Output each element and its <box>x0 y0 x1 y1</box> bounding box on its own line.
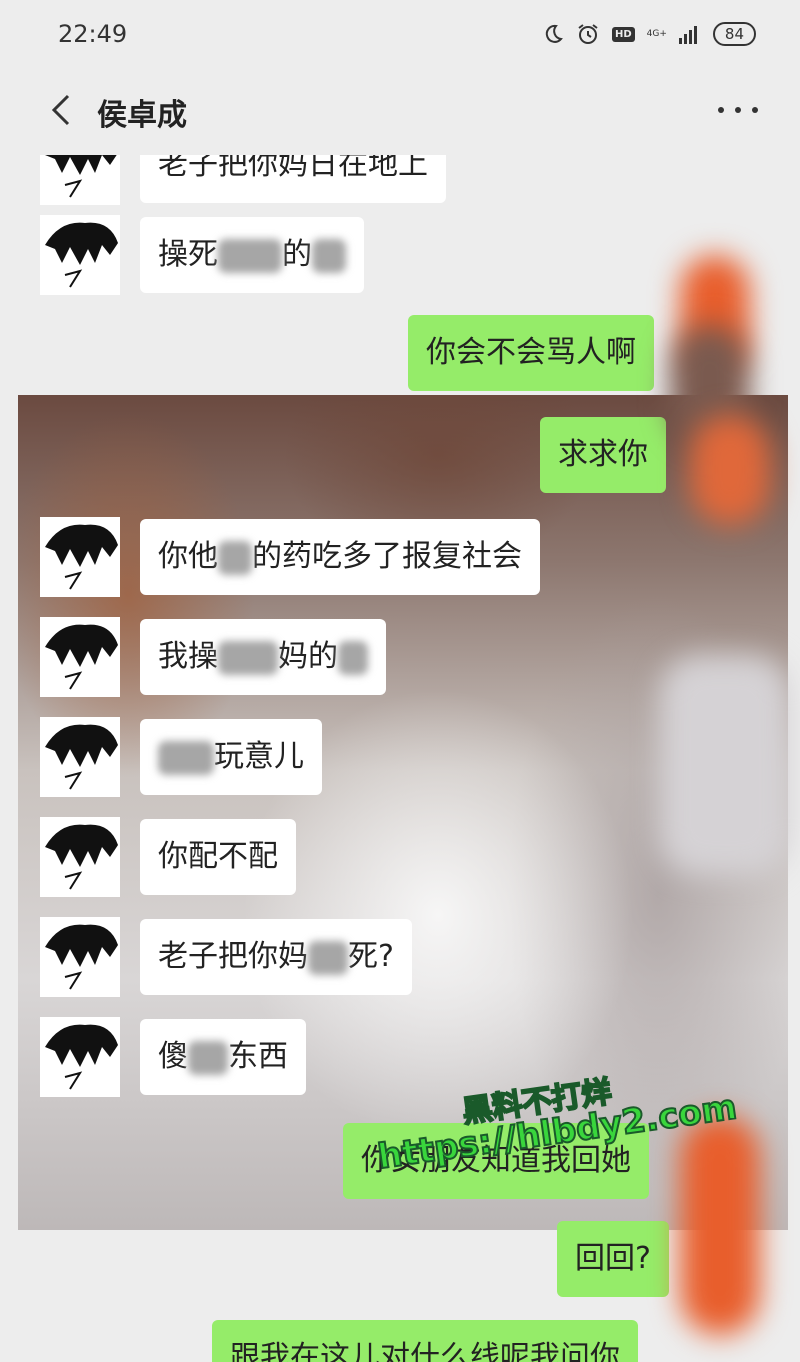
message-row: 你会不会骂人啊 <box>408 315 654 391</box>
message-bubble[interactable]: 回回? <box>557 1221 669 1297</box>
censor-smudge <box>680 1115 760 1335</box>
message-text: 死? <box>348 939 394 974</box>
message-text: 的药吃多了报复社会 <box>252 539 522 574</box>
message-bubble[interactable]: 你配不配 <box>140 819 296 895</box>
censor-blur <box>312 238 346 273</box>
message-text: 老子把你妈 <box>158 939 308 974</box>
message-text: 傻 <box>158 1039 188 1074</box>
message-text: 妈的 <box>278 639 338 674</box>
message-row: 回回? <box>557 1221 669 1297</box>
contact-avatar[interactable] <box>40 517 120 597</box>
censor-blur <box>218 640 278 675</box>
contact-avatar[interactable] <box>40 617 120 697</box>
message-text: 你他 <box>158 539 218 574</box>
contact-avatar[interactable] <box>40 1017 120 1097</box>
alarm-icon <box>578 24 598 44</box>
censor-blur <box>188 1040 228 1075</box>
message-bubble[interactable]: 老子把你妈日在地上 <box>140 155 446 203</box>
contact-avatar[interactable] <box>40 717 120 797</box>
message-row: 操死 的 <box>40 215 364 295</box>
message-row: 玩意儿 <box>40 717 322 797</box>
message-row: 老子把你妈 死? <box>40 917 412 997</box>
censor-smudge <box>690 415 770 525</box>
message-row: 跟我在这儿对什么线呢我问你 <box>212 1320 638 1362</box>
chevron-left-icon <box>51 94 70 126</box>
message-text: 我操 <box>158 639 218 674</box>
message-text: 的 <box>282 237 312 272</box>
moon-icon <box>545 24 563 43</box>
message-bubble[interactable]: 我操 妈的 <box>140 619 386 695</box>
back-button[interactable] <box>44 90 80 130</box>
message-row: 你他 的药吃多了报复社会 <box>40 517 540 597</box>
message-bubble[interactable]: 跟我在这儿对什么线呢我问你 <box>212 1320 638 1362</box>
censor-blur <box>218 238 282 273</box>
censor-blur <box>158 740 214 775</box>
message-bubble[interactable]: 求求你 <box>540 417 666 493</box>
message-bubble[interactable]: 你他 的药吃多了报复社会 <box>140 519 540 595</box>
message-bubble[interactable]: 玩意儿 <box>140 719 322 795</box>
message-row: 你配不配 <box>40 817 296 897</box>
message-text: 东西 <box>228 1039 288 1074</box>
message-text: 玩意儿 <box>214 739 304 774</box>
battery-indicator: 84 <box>712 22 756 46</box>
censor-blur <box>338 640 368 675</box>
hd-icon: HD <box>611 26 635 42</box>
dot-icon <box>752 107 758 113</box>
contact-avatar[interactable] <box>40 155 120 205</box>
chat-header: 侯卓成 <box>0 70 800 155</box>
chat-area[interactable]: 老子把你妈日在地上 操死 的 你会不会骂人啊 求求你 你他 的药吃多了报复社会 我操… <box>0 155 800 1362</box>
contact-name: 侯卓成 <box>97 98 187 133</box>
censor-blur <box>308 940 348 975</box>
status-bar: 22:49 HD 4G+ 84 <box>0 0 800 70</box>
message-row: 求求你 <box>540 417 666 493</box>
message-text: 操死 <box>158 237 218 272</box>
contact-avatar[interactable] <box>40 215 120 295</box>
censor-smudge <box>660 655 790 875</box>
contact-avatar[interactable] <box>40 817 120 897</box>
dot-icon <box>735 107 741 113</box>
message-row: 我操 妈的 <box>40 617 386 697</box>
signal-icon <box>678 26 697 44</box>
status-icons: HD 4G+ 84 <box>542 22 756 46</box>
message-bubble[interactable]: 你会不会骂人啊 <box>408 315 654 391</box>
message-bubble[interactable]: 傻 东西 <box>140 1019 306 1095</box>
status-time: 22:49 <box>58 20 128 48</box>
network-label: 4G+ <box>646 28 667 39</box>
message-row: 老子把你妈日在地上 <box>40 155 446 205</box>
contact-avatar[interactable] <box>40 917 120 997</box>
message-row: 傻 东西 <box>40 1017 306 1097</box>
message-bubble[interactable]: 老子把你妈 死? <box>140 919 412 995</box>
message-bubble[interactable]: 操死 的 <box>140 217 364 293</box>
censor-blur <box>218 540 252 575</box>
dot-icon <box>718 107 724 113</box>
more-options-button[interactable] <box>718 90 758 130</box>
